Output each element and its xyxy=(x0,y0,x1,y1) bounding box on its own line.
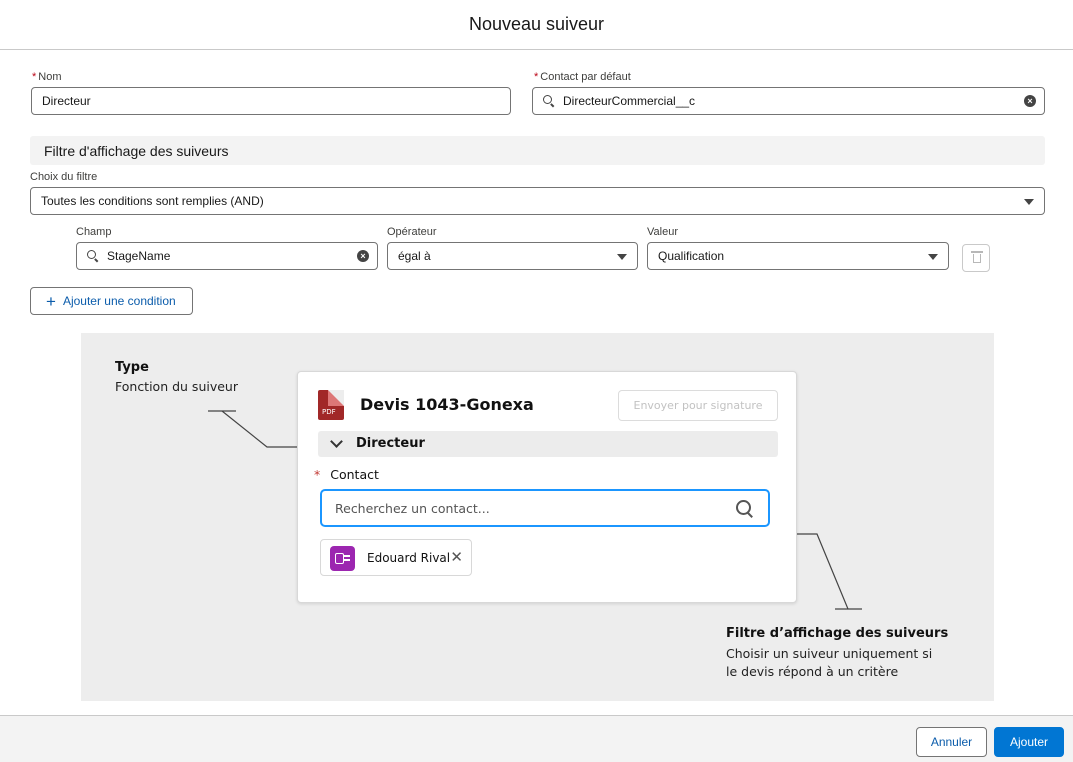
chevron-down-icon xyxy=(928,254,938,260)
filter-choice-select[interactable]: Toutes les conditions sont remplies (AND… xyxy=(30,187,1045,215)
filter-annotation-line1: Choisir un suiveur uniquement si xyxy=(726,646,933,661)
value-select-value: Qualification xyxy=(658,249,725,263)
required-mark: * xyxy=(32,71,37,83)
accordion-label: Directeur xyxy=(356,436,425,451)
type-annotation-subtitle: Fonction du suiveur xyxy=(115,379,238,394)
filter-section-header: Filtre d'affichage des suiveurs xyxy=(30,136,1045,165)
value-select[interactable]: Qualification xyxy=(647,242,949,270)
contact-card-icon xyxy=(330,546,355,571)
value-label: Valeur xyxy=(647,226,678,238)
follower-accordion: Directeur xyxy=(318,431,778,457)
contact-label: * Contact xyxy=(314,467,379,482)
default-contact-input[interactable]: DirecteurCommercial__c × xyxy=(532,87,1045,115)
type-annotation-title: Type xyxy=(115,360,149,375)
document-title: Devis 1043-Gonexa xyxy=(360,395,534,414)
operator-value: égal à xyxy=(398,249,431,263)
name-input[interactable]: Directeur xyxy=(31,87,511,115)
modal-footer: Annuler Ajouter xyxy=(0,715,1073,762)
new-follower-modal: Nouveau suiveur * Nom Directeur * Contact … xyxy=(0,0,1073,762)
search-icon xyxy=(87,250,99,262)
modal-title: Nouveau suiveur xyxy=(468,14,605,34)
add-button[interactable]: Ajouter xyxy=(994,727,1064,757)
required-mark: * xyxy=(534,71,539,83)
clear-icon[interactable]: × xyxy=(1024,95,1036,107)
add-condition-label: Ajouter une condition xyxy=(62,294,176,308)
trash-icon xyxy=(971,251,983,263)
default-contact-label: * Contact par défaut xyxy=(534,71,631,83)
chevron-down-icon xyxy=(617,254,627,260)
cancel-button[interactable]: Annuler xyxy=(916,727,987,757)
default-contact-value: DirecteurCommercial__c xyxy=(563,94,696,108)
send-for-signature-button: Envoyer pour signature xyxy=(618,390,778,421)
pdf-icon: PDF xyxy=(318,390,344,420)
filter-choice-label: Choix du filtre xyxy=(30,171,98,183)
follower-illustration: Type Fonction du suiveur Filtre d’affich… xyxy=(81,333,994,701)
close-icon: ✕ xyxy=(450,549,463,566)
field-input[interactable]: StageName × xyxy=(76,242,378,270)
field-input-value: StageName xyxy=(107,249,171,263)
modal-header: Nouveau suiveur xyxy=(0,0,1073,50)
delete-condition-button[interactable] xyxy=(962,244,990,272)
document-card: PDF Devis 1043-Gonexa Envoyer pour signa… xyxy=(297,371,797,603)
filter-choice-value: Toutes les conditions sont remplies (AND… xyxy=(41,194,264,208)
add-condition-button[interactable]: + Ajouter une condition xyxy=(30,287,193,315)
name-label: * Nom xyxy=(32,71,62,83)
contact-search-input: Recherchez un contact... xyxy=(320,489,770,527)
plus-icon: + xyxy=(46,291,56,311)
selected-contact-pill: Edouard Rival ✕ xyxy=(320,539,472,576)
chevron-down-icon xyxy=(1024,199,1034,205)
chevron-down-icon xyxy=(330,435,343,448)
clear-icon[interactable]: × xyxy=(357,250,369,262)
search-icon xyxy=(543,95,555,107)
filter-annotation-title: Filtre d’affichage des suiveurs xyxy=(726,626,949,641)
filter-annotation-line2: le devis répond à un critère xyxy=(726,664,899,679)
contact-search-placeholder: Recherchez un contact... xyxy=(335,501,490,516)
selected-contact-name: Edouard Rival xyxy=(367,551,451,565)
name-input-value: Directeur xyxy=(42,94,91,108)
operator-select[interactable]: égal à xyxy=(387,242,638,270)
search-icon xyxy=(736,500,753,517)
operator-label: Opérateur xyxy=(387,226,437,238)
field-label: Champ xyxy=(76,226,112,238)
required-mark: * xyxy=(314,467,321,482)
